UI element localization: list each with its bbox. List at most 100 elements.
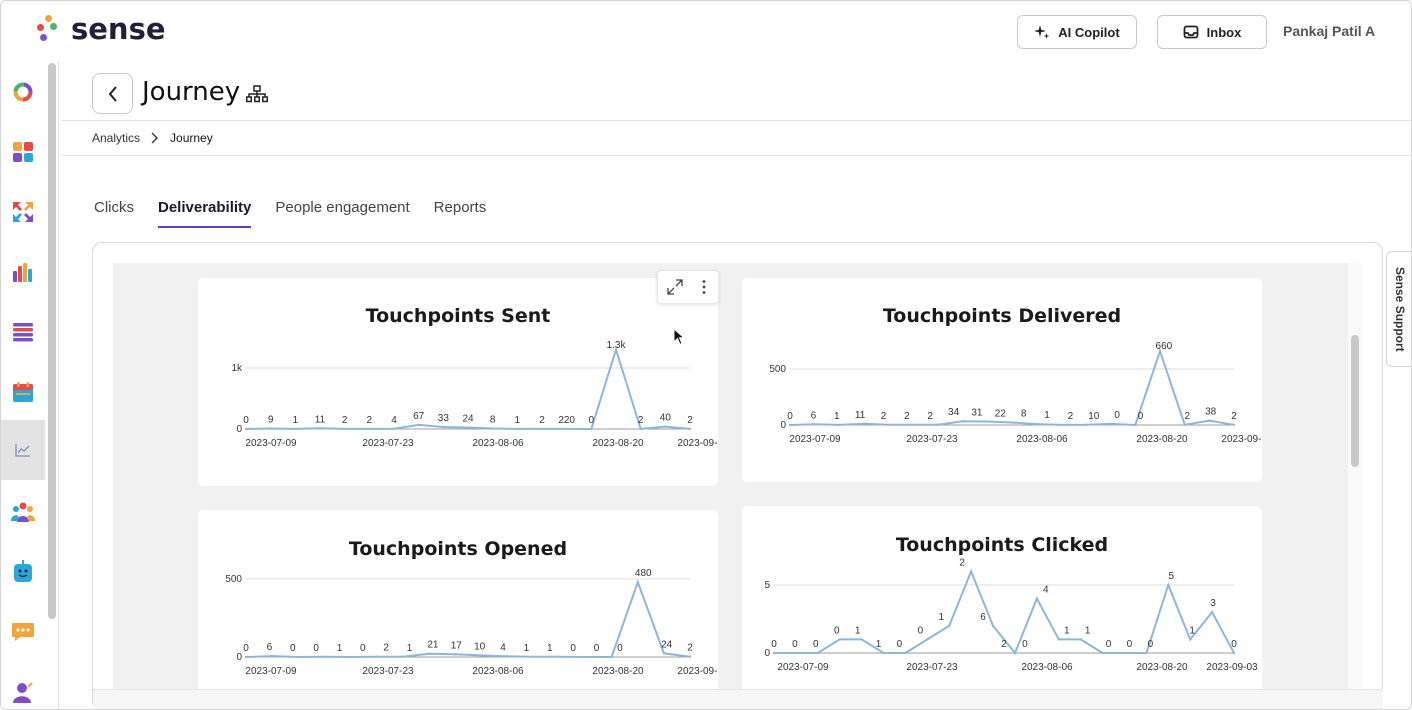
sidebar-item-reports[interactable] (1, 250, 45, 294)
ai-copilot-button[interactable]: AI Copilot (1017, 15, 1137, 49)
page-title: Journey (142, 77, 241, 107)
data-point (1084, 423, 1088, 426)
x-tick-label: 2023-09-03 (677, 438, 718, 449)
data-point (813, 423, 816, 426)
sidebar-scrollbar[interactable] (48, 63, 56, 619)
data-label: 3 (1210, 598, 1216, 609)
data-point (1210, 611, 1214, 614)
y-tick-label: 5 (764, 580, 770, 591)
data-label: 8 (490, 415, 496, 426)
data-label: 11 (315, 414, 326, 425)
chevron-left-icon (108, 85, 117, 102)
x-tick-label: 2023-07-23 (906, 662, 958, 673)
y-tick-label: 500 (225, 574, 242, 585)
data-label: 31 (971, 408, 983, 419)
breadcrumb: Analytics Journey (92, 131, 213, 145)
sidebar-item-user[interactable] (1, 670, 45, 709)
tab-clicks[interactable]: Clicks (94, 199, 134, 228)
data-point (788, 423, 792, 427)
sidebar-item-people[interactable] (1, 490, 45, 534)
data-point (969, 570, 973, 573)
data-point (862, 422, 866, 425)
x-tick-label: 2023-08-20 (592, 438, 644, 449)
data-label: 0 (570, 643, 576, 654)
data-point (297, 655, 300, 659)
inbox-button[interactable]: Inbox (1157, 15, 1267, 49)
dashboard-scrollbar[interactable] (1351, 335, 1359, 467)
sidebar-item-home[interactable] (1, 70, 45, 114)
data-label: 0 (1231, 639, 1237, 650)
sense-logo[interactable]: sense (37, 13, 166, 45)
chart-card-touchpoints-delivered: Touchpoints Delivered 0 500 0 6 1 11 2 2 2 34 31 22… (742, 278, 1262, 482)
logo-text: sense (71, 12, 166, 46)
breadcrumb-analytics[interactable]: Analytics (92, 131, 140, 145)
x-tick-label: 2023-09-03 (1221, 434, 1262, 445)
data-point (1188, 638, 1192, 641)
data-label: 22 (995, 409, 1007, 420)
data-label: 1 (834, 411, 840, 422)
user-name[interactable]: Pankaj Patil A (1283, 23, 1375, 39)
data-label: 24 (661, 639, 673, 650)
hierarchy-icon[interactable] (246, 85, 269, 108)
sidebar-item-apps[interactable] (1, 130, 45, 174)
people-icon (11, 502, 35, 522)
calendar-icon (13, 382, 33, 402)
chat-icon (12, 623, 34, 641)
data-point (442, 425, 445, 429)
data-point (636, 580, 639, 584)
data-point (343, 427, 346, 431)
sidebar-item-analytics[interactable] (1, 420, 45, 480)
data-point (349, 655, 352, 659)
data-point (479, 654, 483, 657)
sidebar-item-lists[interactable] (1, 310, 45, 354)
data-point (904, 651, 907, 655)
y-tick-label: 0 (236, 424, 242, 435)
sidebar-item-calendar[interactable] (1, 370, 45, 414)
data-label: 0 (1106, 639, 1112, 650)
data-point (244, 655, 248, 659)
chart-card-touchpoints-clicked: Touchpoints Clicked 05000011001262041100… (742, 506, 1262, 700)
data-label: 0 (360, 643, 366, 654)
data-label: 4 (391, 415, 397, 426)
data-label: 4 (500, 642, 506, 653)
x-tick-label: 2023-09-03 (1206, 662, 1258, 673)
data-label: 2 (1184, 411, 1190, 422)
data-point (417, 423, 420, 427)
x-tick-label: 2023-08-20 (592, 666, 644, 677)
data-point (1134, 423, 1137, 427)
data-label: 0 (594, 643, 600, 654)
chevron-right-icon (151, 132, 159, 144)
chart-svg: 050 0 00 11 001262 041 10 0 051302023-07-09 2023-… (764, 557, 1258, 673)
data-label: 2 (342, 415, 348, 426)
data-label: 1 (524, 643, 530, 654)
y-tick-label: 0 (780, 420, 786, 431)
x-tick-label: 2023-07-09 (245, 438, 297, 449)
data-point (816, 651, 820, 655)
data-label: 0 (1148, 639, 1154, 650)
sidebar-item-chat[interactable] (1, 610, 45, 654)
expand-icon[interactable] (658, 271, 692, 303)
data-point (1208, 419, 1211, 422)
data-point (991, 624, 995, 627)
data-label: 2 (904, 411, 910, 422)
back-button[interactable] (92, 73, 133, 114)
more-options-icon[interactable] (692, 271, 716, 303)
tab-people-engagement[interactable]: People engagement (275, 199, 409, 228)
tab-reports[interactable]: Reports (434, 199, 487, 228)
sidebar-item-bot[interactable] (1, 550, 45, 594)
top-bar: sense AI Copilot Inbox Pankaj Patil A (1, 1, 1411, 61)
data-point (318, 427, 322, 430)
tab-deliverability[interactable]: Deliverability (158, 199, 252, 228)
data-label: 1 (337, 643, 343, 654)
data-point (1035, 422, 1038, 426)
sense-support-tab[interactable]: Sense Support (1386, 251, 1411, 367)
data-label: 0 (1138, 411, 1144, 422)
x-tick-label: 2023-08-20 (1136, 434, 1188, 445)
sidebar-item-flows[interactable] (1, 190, 45, 234)
data-label: 0 (243, 415, 249, 426)
divider (61, 120, 1411, 121)
data-label: 0 (617, 643, 623, 654)
data-label: 0 (918, 625, 924, 636)
y-tick-label: 500 (769, 364, 786, 375)
data-point (244, 427, 248, 431)
